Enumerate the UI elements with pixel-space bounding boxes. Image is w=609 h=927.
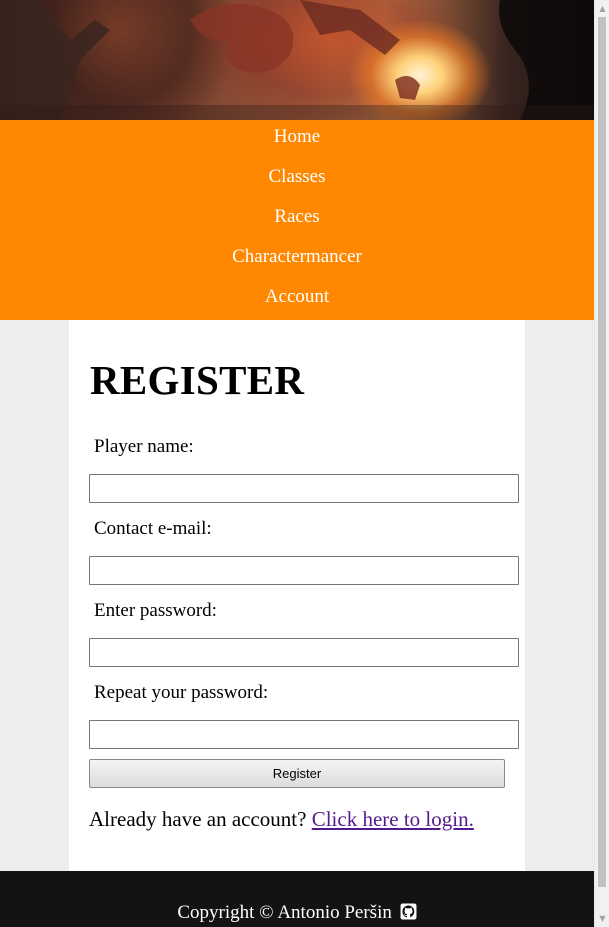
password-field[interactable]: [89, 638, 519, 667]
copyright-line: Copyright © Antonio Peršin: [0, 902, 594, 926]
login-prompt-line: Already have an account? Click here to l…: [89, 807, 474, 832]
register-panel: REGISTER Player name: Contact e-mail: En…: [69, 320, 525, 871]
login-link[interactable]: Click here to login.: [312, 807, 474, 831]
email-field[interactable]: [89, 556, 519, 585]
footer: Copyright © Antonio Peršin: [0, 871, 594, 927]
register-button[interactable]: Register: [89, 759, 505, 788]
hero-banner: [0, 0, 594, 120]
nav-item-charactermancer[interactable]: Charactermancer: [0, 240, 594, 280]
nav-item-account[interactable]: Account: [0, 280, 594, 320]
password-label: Enter password:: [94, 600, 217, 621]
vertical-scrollbar[interactable]: ▲ ▼: [594, 0, 609, 927]
nav-item-classes[interactable]: Classes: [0, 160, 594, 200]
repeat-password-label: Repeat your password:: [94, 682, 269, 703]
player-name-label: Player name:: [94, 436, 194, 457]
login-prompt-text: Already have an account?: [89, 807, 307, 831]
scrollbar-thumb[interactable]: [598, 17, 606, 887]
main-nav: Home Classes Races Charactermancer Accou…: [0, 120, 594, 320]
nav-item-home[interactable]: Home: [0, 120, 594, 160]
email-label: Contact e-mail:: [94, 518, 212, 539]
copyright-text: Copyright © Antonio Peršin: [177, 902, 392, 923]
github-icon[interactable]: [400, 903, 417, 926]
dragon-artwork: [0, 0, 594, 120]
scroll-up-arrow-icon[interactable]: ▲: [595, 0, 609, 17]
page: Home Classes Races Charactermancer Accou…: [0, 0, 594, 927]
player-name-field[interactable]: [89, 474, 519, 503]
nav-item-races[interactable]: Races: [0, 200, 594, 240]
scroll-down-arrow-icon[interactable]: ▼: [595, 910, 609, 927]
page-title: REGISTER: [90, 357, 305, 403]
repeat-password-field[interactable]: [89, 720, 519, 749]
